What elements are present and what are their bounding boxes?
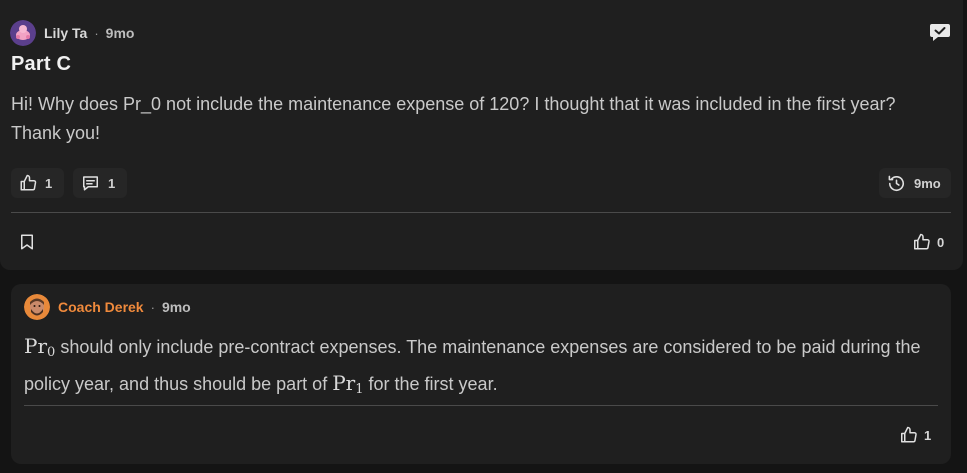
history-button[interactable]: 9mo <box>879 168 951 198</box>
comment-count: 1 <box>108 175 116 191</box>
reply-time: 9mo <box>161 299 191 315</box>
math-pr0-base: Pr <box>24 334 48 358</box>
comment-icon <box>83 176 98 191</box>
author-name[interactable]: Lily Ta <box>44 25 87 41</box>
mark-answered-icon[interactable] <box>929 22 951 42</box>
reply-divider <box>24 405 938 406</box>
coach-name[interactable]: Coach Derek <box>58 299 144 315</box>
coach-avatar[interactable] <box>24 294 50 320</box>
bookmark-button[interactable] <box>18 233 36 251</box>
reply-card: Coach Derek · 9mo Pr0 should only includ… <box>11 284 951 464</box>
reply-like-count: 1 <box>924 427 932 443</box>
history-icon <box>888 175 904 191</box>
thumbs-up-icon <box>901 426 917 443</box>
math-pr1-subscript: 1 <box>355 382 364 397</box>
math-pr1-base: Pr <box>332 371 356 395</box>
meta-separator: · <box>94 25 99 41</box>
reply-body: Pr0 should only include pre-contract exp… <box>24 331 934 405</box>
reply-text-part2: for the first year. <box>363 374 498 394</box>
footer-like-button[interactable]: 0 <box>912 233 944 251</box>
post-header: Lily Ta · 9mo <box>10 20 134 46</box>
bookmark-icon <box>21 234 33 250</box>
comments-button[interactable]: 1 <box>73 168 127 198</box>
post-time: 9mo <box>105 25 135 41</box>
reply-like-button[interactable]: 1 <box>899 426 931 444</box>
post-title: Part C <box>11 53 72 75</box>
reply-header: Coach Derek · 9mo <box>24 294 191 320</box>
like-button[interactable]: 1 <box>11 168 64 198</box>
math-pr1: Pr1 <box>332 371 364 397</box>
meta-separator: · <box>150 299 155 315</box>
post-divider <box>11 212 951 213</box>
footer-like-count: 0 <box>937 234 945 250</box>
math-pr0: Pr0 <box>24 334 55 360</box>
thumbs-up-icon <box>914 233 930 250</box>
history-time: 9mo <box>914 175 941 191</box>
post-card: Lily Ta · 9mo Part C Hi! Why does Pr_0 n… <box>0 0 963 270</box>
like-count: 1 <box>45 175 53 191</box>
author-avatar[interactable] <box>10 20 36 46</box>
thumbs-up-icon <box>20 174 37 191</box>
post-body: Hi! Why does Pr_0 not include the mainte… <box>11 94 896 143</box>
